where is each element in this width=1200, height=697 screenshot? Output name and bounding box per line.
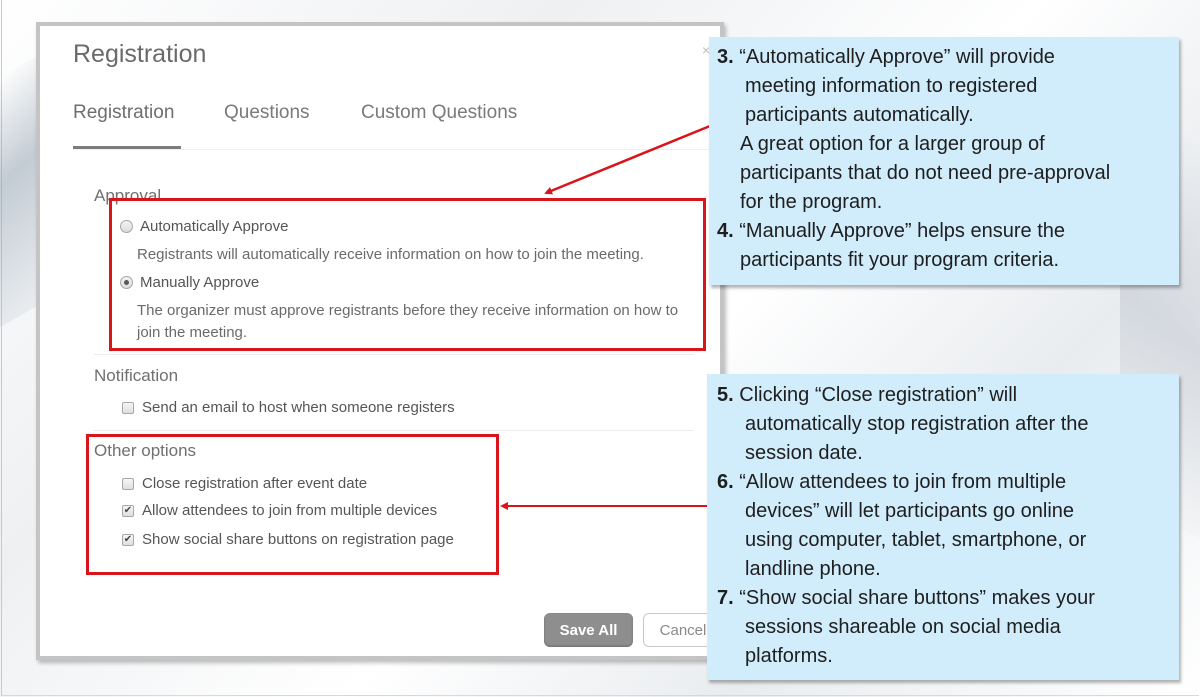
callout-text: meeting information to registered [745, 75, 1038, 97]
callout-text: participants that do not need pre-approv… [740, 162, 1111, 184]
callout-item-number: 7. [717, 587, 734, 609]
callout-text: “Automatically Approve” will provide [739, 46, 1055, 68]
callout-text: “Manually Approve” helps ensure the [739, 220, 1065, 242]
callout-item-number: 5. [717, 384, 734, 406]
callout-approval: 3. “Automatically Approve” will provide … [709, 37, 1179, 285]
callout-text: using computer, tablet, smartphone, or [745, 529, 1087, 551]
callout-text: platforms. [745, 645, 833, 667]
callout-text: participants automatically. [745, 104, 974, 126]
callout-text: for the program. [740, 191, 883, 213]
callout-text: landline phone. [745, 558, 881, 580]
callout-item-number: 3. [717, 46, 734, 68]
callout-text: “Show social share buttons” makes your [739, 587, 1095, 609]
callout-text: Clicking “Close registration” will [739, 384, 1018, 406]
callout-text: devices” will let participants go online [745, 500, 1075, 522]
callout-text: session date. [745, 442, 863, 464]
arrow-to-approval [544, 124, 711, 195]
callout-other-options: 5. Clicking “Close registration” will au… [707, 374, 1179, 680]
callout-text: participants fit your program criteria. [740, 249, 1060, 271]
callout-item-number: 6. [717, 471, 734, 493]
callout-text: “Allow attendees to join from multiple [739, 471, 1067, 493]
callout-item-number: 4. [717, 220, 734, 242]
callout-text: A great option for a larger group of [740, 133, 1045, 155]
callout-text: automatically stop registration after th… [745, 413, 1089, 435]
callout-text: sessions shareable on social media [745, 616, 1061, 638]
